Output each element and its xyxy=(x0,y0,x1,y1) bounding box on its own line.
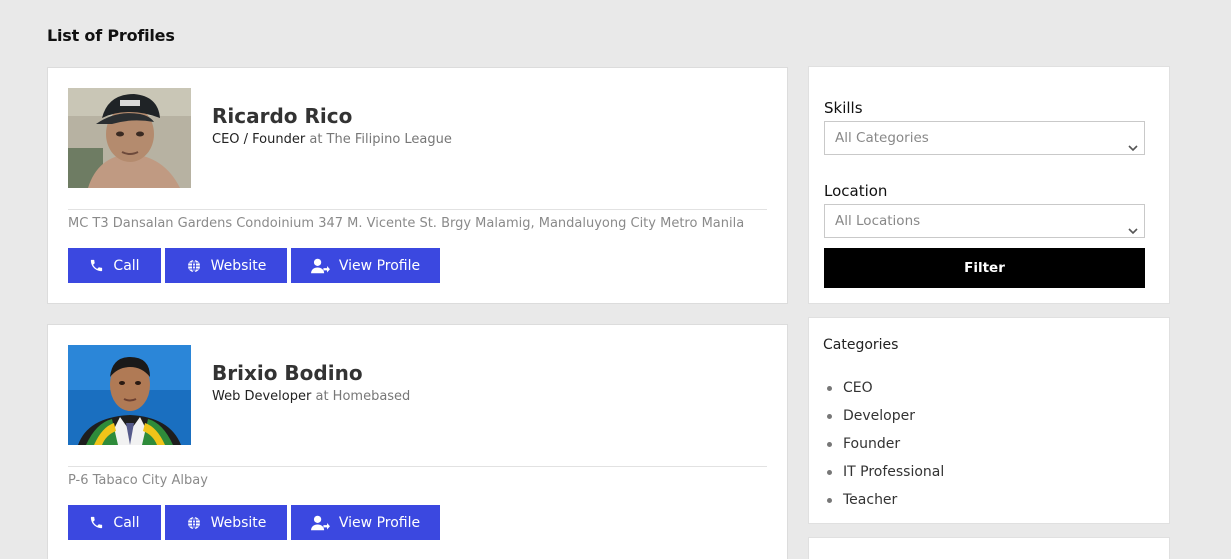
category-label: Developer xyxy=(843,408,916,424)
category-label: Founder xyxy=(843,436,901,452)
globe-icon xyxy=(186,258,202,274)
category-item-developer[interactable]: Developer xyxy=(827,402,944,430)
website-button-label: Website xyxy=(210,514,267,531)
location-select[interactable]: All Locations xyxy=(824,204,1145,238)
profile-name[interactable]: Ricardo Rico xyxy=(212,104,352,128)
profile-avatar[interactable] xyxy=(68,88,191,188)
categories-title: Categories xyxy=(823,337,899,353)
website-button[interactable]: Website xyxy=(165,505,287,540)
filter-panel: Skills All Categories Location All Locat… xyxy=(808,66,1170,304)
category-item-founder[interactable]: Founder xyxy=(827,430,944,458)
profile-address: P-6 Tabaco City Albay xyxy=(68,473,208,488)
page-title: List of Profiles xyxy=(47,26,175,45)
sidebar-panel xyxy=(808,537,1170,559)
profile-role: Web Developer at Homebased xyxy=(212,389,410,404)
bullet-icon xyxy=(827,441,832,447)
bullet-icon xyxy=(827,385,832,391)
phone-icon xyxy=(89,258,104,273)
call-button-label: Call xyxy=(113,514,140,531)
categories-list: CEO Developer Founder IT Professional Te… xyxy=(827,374,944,514)
profile-role: CEO / Founder at The Filipino League xyxy=(212,132,452,147)
view-profile-button-label: View Profile xyxy=(338,257,421,274)
bullet-icon xyxy=(827,497,832,503)
profile-avatar[interactable] xyxy=(68,345,191,445)
user-arrow-icon xyxy=(310,515,330,531)
category-item-it-professional[interactable]: IT Professional xyxy=(827,458,944,486)
profile-card: Ricardo Rico CEO / Founder at The Filipi… xyxy=(47,67,788,304)
category-item-teacher[interactable]: Teacher xyxy=(827,486,944,514)
chevron-down-icon xyxy=(1128,216,1138,248)
view-profile-button-label: View Profile xyxy=(338,514,421,531)
divider xyxy=(68,466,767,467)
view-profile-button[interactable]: View Profile xyxy=(291,505,440,540)
call-button[interactable]: Call xyxy=(68,505,161,540)
profile-role-title: CEO / Founder xyxy=(212,132,306,147)
profile-name[interactable]: Brixio Bodino xyxy=(212,361,363,385)
category-label: CEO xyxy=(843,380,873,396)
website-button-label: Website xyxy=(210,257,267,274)
phone-icon xyxy=(89,515,104,530)
call-button[interactable]: Call xyxy=(68,248,161,283)
view-profile-button[interactable]: View Profile xyxy=(291,248,440,283)
call-button-label: Call xyxy=(113,257,140,274)
divider xyxy=(68,209,767,210)
location-label: Location xyxy=(824,182,888,200)
profile-card: Brixio Bodino Web Developer at Homebased… xyxy=(47,324,788,559)
skills-label: Skills xyxy=(824,99,863,117)
bullet-icon xyxy=(827,469,832,475)
filter-button[interactable]: Filter xyxy=(824,248,1145,288)
profile-actions: Call Website View Profile xyxy=(68,248,440,283)
skills-select[interactable]: All Categories xyxy=(824,121,1145,155)
category-label: IT Professional xyxy=(843,464,945,480)
website-button[interactable]: Website xyxy=(165,248,287,283)
profile-address: MC T3 Dansalan Gardens Condoinium 347 M.… xyxy=(68,216,745,231)
category-item-ceo[interactable]: CEO xyxy=(827,374,944,402)
globe-icon xyxy=(186,515,202,531)
location-select-value: All Locations xyxy=(835,213,921,229)
skills-select-value: All Categories xyxy=(835,130,929,146)
profile-role-title: Web Developer xyxy=(212,389,312,404)
profile-actions: Call Website View Profile xyxy=(68,505,440,540)
categories-panel: Categories CEO Developer Founder IT Prof… xyxy=(808,317,1170,524)
chevron-down-icon xyxy=(1128,133,1138,165)
profile-company: at The Filipino League xyxy=(309,132,452,147)
profile-company: at Homebased xyxy=(315,389,411,404)
user-arrow-icon xyxy=(310,258,330,274)
bullet-icon xyxy=(827,413,832,419)
category-label: Teacher xyxy=(843,492,898,508)
